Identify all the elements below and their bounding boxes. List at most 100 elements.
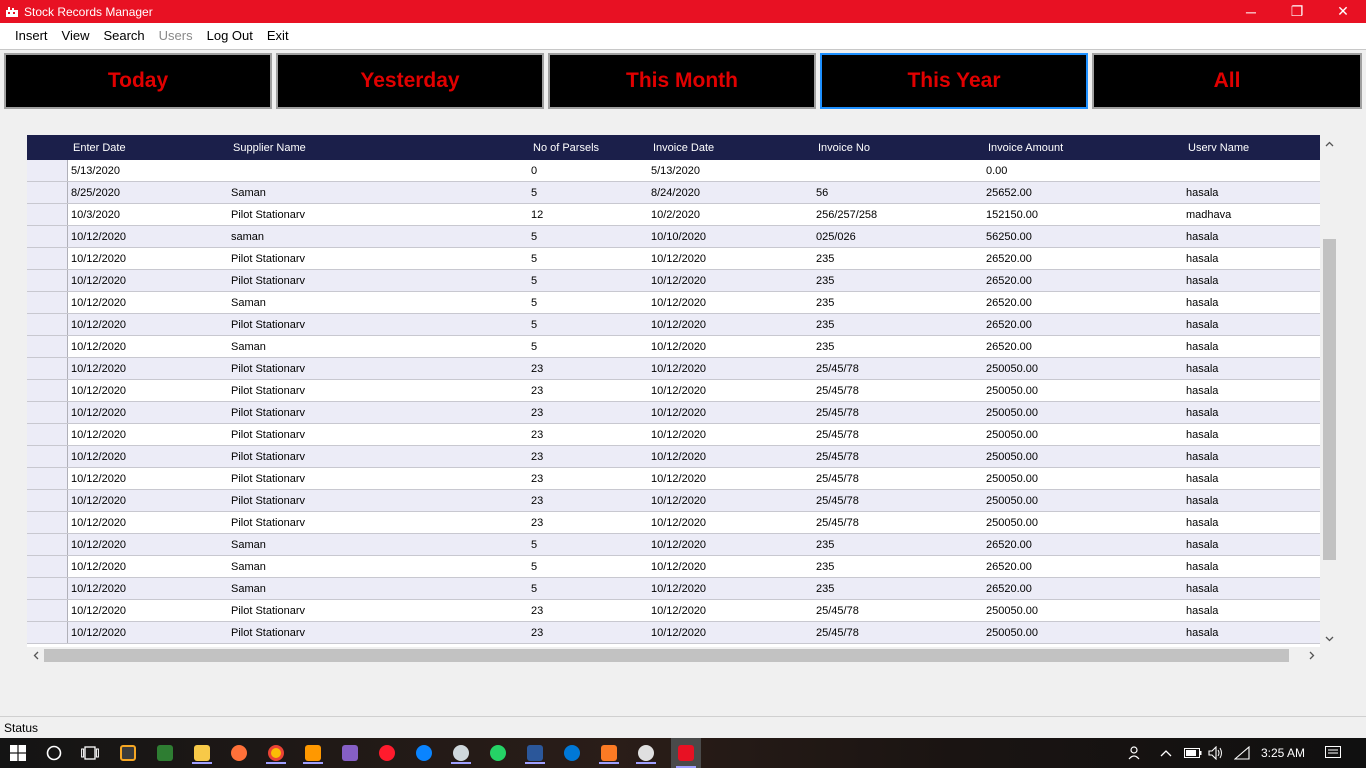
row-header[interactable]: [27, 622, 68, 643]
chevron-up-icon[interactable]: [1160, 738, 1172, 768]
cell-no-of-parsels[interactable]: 5: [531, 226, 537, 247]
table-row[interactable]: 10/12/2020 Saman 5 10/12/2020 235 26520.00 has…: [27, 292, 1320, 314]
cell-enter-date[interactable]: 10/12/2020: [71, 292, 126, 313]
table-row[interactable]: 10/12/2020 Pilot Stationarv 23 10/12/2020 25…: [27, 490, 1320, 512]
cell-no-of-parsels[interactable]: 23: [531, 512, 543, 533]
cell-invoice-no[interactable]: 25/45/78: [816, 380, 859, 401]
horizontal-scroll-thumb[interactable]: [44, 649, 1289, 662]
table-row[interactable]: 10/12/2020 Pilot Stationarv 23 10/12/2020 25…: [27, 512, 1320, 534]
cell-invoice-amount[interactable]: 250050.00: [986, 402, 1038, 423]
cell-user-name[interactable]: hasala: [1186, 292, 1218, 313]
table-row[interactable]: 10/12/2020 Pilot Stationarv 23 10/12/2020 25…: [27, 402, 1320, 424]
cell-enter-date[interactable]: 10/12/2020: [71, 424, 126, 445]
wifi-icon[interactable]: [1234, 738, 1250, 768]
row-header[interactable]: [27, 600, 68, 621]
cell-invoice-date[interactable]: 10/12/2020: [651, 424, 706, 445]
cell-no-of-parsels[interactable]: 12: [531, 204, 543, 225]
cell-no-of-parsels[interactable]: 5: [531, 182, 537, 203]
cell-invoice-date[interactable]: 10/12/2020: [651, 446, 706, 467]
cell-enter-date[interactable]: 10/12/2020: [71, 490, 126, 511]
cell-invoice-date[interactable]: 10/12/2020: [651, 314, 706, 335]
table-row[interactable]: 10/12/2020 Pilot Stationarv 5 10/12/2020 235…: [27, 270, 1320, 292]
column-header-enter-date[interactable]: Enter Date: [73, 135, 126, 160]
column-header-no-of-parsels[interactable]: No of Parsels: [533, 135, 599, 160]
cell-invoice-date[interactable]: 10/12/2020: [651, 556, 706, 577]
table-row[interactable]: 10/12/2020 Pilot Stationarv 23 10/12/2020 25…: [27, 600, 1320, 622]
chrome-icon[interactable]: [264, 742, 288, 764]
cell-enter-date[interactable]: 10/12/2020: [71, 468, 126, 489]
table-row[interactable]: 10/12/2020 Pilot Stationarv 5 10/12/2020 235…: [27, 314, 1320, 336]
row-header[interactable]: [27, 380, 68, 401]
filter-this-year-button[interactable]: This Year: [820, 53, 1088, 109]
cell-invoice-amount[interactable]: 56250.00: [986, 226, 1032, 247]
cell-user-name[interactable]: hasala: [1186, 424, 1218, 445]
cell-invoice-amount[interactable]: 26520.00: [986, 270, 1032, 291]
cell-invoice-date[interactable]: 5/13/2020: [651, 160, 700, 181]
cell-user-name[interactable]: hasala: [1186, 270, 1218, 291]
menu-search[interactable]: Search: [96, 23, 151, 49]
table-row[interactable]: 10/12/2020 Saman 5 10/12/2020 235 26520.00 has…: [27, 556, 1320, 578]
cell-user-name[interactable]: hasala: [1186, 600, 1218, 621]
filter-today-button[interactable]: Today: [4, 53, 272, 109]
cell-supplier-name[interactable]: Saman: [231, 292, 266, 313]
cell-user-name[interactable]: hasala: [1186, 556, 1218, 577]
cell-user-name[interactable]: hasala: [1186, 336, 1218, 357]
file-explorer-icon[interactable]: [190, 742, 214, 764]
column-header-invoice-date[interactable]: Invoice Date: [653, 135, 714, 160]
xampp-icon[interactable]: [597, 742, 621, 764]
cell-invoice-amount[interactable]: 250050.00: [986, 512, 1038, 533]
restore-button[interactable]: ❐: [1274, 0, 1320, 23]
cell-supplier-name[interactable]: Pilot Stationarv: [231, 512, 305, 533]
cell-invoice-amount[interactable]: 26520.00: [986, 534, 1032, 555]
cell-no-of-parsels[interactable]: 23: [531, 380, 543, 401]
column-header-invoice-no[interactable]: Invoice No: [818, 135, 870, 160]
table-row[interactable]: 10/12/2020 Pilot Stationarv 23 10/12/2020 25…: [27, 468, 1320, 490]
cell-no-of-parsels[interactable]: 0: [531, 160, 537, 181]
cell-enter-date[interactable]: 10/12/2020: [71, 600, 126, 621]
cell-invoice-date[interactable]: 10/12/2020: [651, 292, 706, 313]
sublime-text-icon[interactable]: [116, 742, 140, 764]
row-header[interactable]: [27, 446, 68, 467]
minimize-button[interactable]: ─: [1228, 0, 1274, 23]
menu-log-out[interactable]: Log Out: [200, 23, 260, 49]
row-header[interactable]: [27, 402, 68, 423]
cell-invoice-amount[interactable]: 26520.00: [986, 336, 1032, 357]
cell-enter-date[interactable]: 10/12/2020: [71, 380, 126, 401]
vertical-scroll-thumb[interactable]: [1323, 239, 1336, 560]
cell-user-name[interactable]: hasala: [1186, 248, 1218, 269]
cell-invoice-date[interactable]: 10/12/2020: [651, 578, 706, 599]
cell-supplier-name[interactable]: Saman: [231, 336, 266, 357]
opera-icon[interactable]: [375, 742, 399, 764]
cell-invoice-amount[interactable]: 26520.00: [986, 556, 1032, 577]
cell-invoice-no[interactable]: 56: [816, 182, 828, 203]
cell-invoice-date[interactable]: 10/12/2020: [651, 336, 706, 357]
cell-supplier-name[interactable]: Saman: [231, 534, 266, 555]
cell-user-name[interactable]: hasala: [1186, 314, 1218, 335]
cell-no-of-parsels[interactable]: 23: [531, 490, 543, 511]
cell-user-name[interactable]: hasala: [1186, 182, 1218, 203]
cell-invoice-date[interactable]: 10/12/2020: [651, 358, 706, 379]
menu-exit[interactable]: Exit: [260, 23, 296, 49]
cell-supplier-name[interactable]: Pilot Stationarv: [231, 490, 305, 511]
table-row[interactable]: 10/12/2020 Pilot Stationarv 5 10/12/2020 235…: [27, 248, 1320, 270]
table-row[interactable]: 10/12/2020 Pilot Stationarv 23 10/12/2020 25…: [27, 380, 1320, 402]
cell-supplier-name[interactable]: Pilot Stationarv: [231, 314, 305, 335]
cell-supplier-name[interactable]: Pilot Stationarv: [231, 270, 305, 291]
cell-invoice-amount[interactable]: 26520.00: [986, 578, 1032, 599]
windows-start-icon[interactable]: [6, 742, 30, 764]
stock-records-grid[interactable]: Enter Date Supplier Name No of Parsels I…: [27, 135, 1339, 647]
cell-invoice-no[interactable]: 235: [816, 556, 834, 577]
cell-invoice-amount[interactable]: 250050.00: [986, 446, 1038, 467]
clock-time[interactable]: 3:25 AM: [1261, 738, 1305, 768]
cell-invoice-date[interactable]: 10/12/2020: [651, 534, 706, 555]
table-row[interactable]: 10/12/2020 Pilot Stationarv 23 10/12/2020 25…: [27, 424, 1320, 446]
row-header[interactable]: [27, 424, 68, 445]
row-header[interactable]: [27, 226, 68, 247]
cell-enter-date[interactable]: 10/12/2020: [71, 248, 126, 269]
cell-invoice-date[interactable]: 10/12/2020: [651, 248, 706, 269]
firefox-dev-icon[interactable]: [412, 742, 436, 764]
cell-invoice-no[interactable]: 25/45/78: [816, 468, 859, 489]
scroll-right-arrow-icon[interactable]: [1303, 647, 1320, 664]
table-row[interactable]: 5/13/2020 0 5/13/2020 0.00: [27, 160, 1320, 182]
row-header[interactable]: [27, 160, 68, 181]
